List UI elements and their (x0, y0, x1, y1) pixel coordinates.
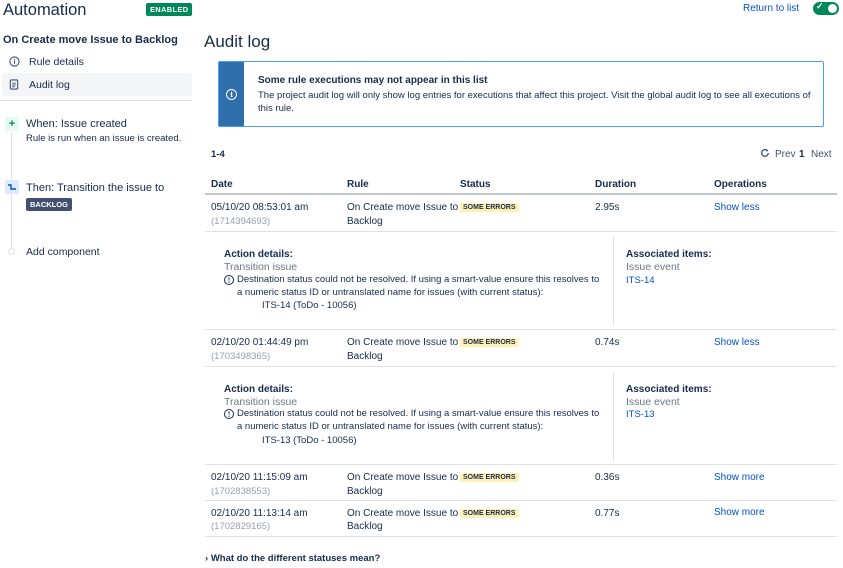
statuses-faq-toggle[interactable]: › What do the different statuses mean? (205, 553, 380, 564)
row-rule-cont[interactable]: Backlog (347, 215, 383, 229)
row-divider (205, 536, 837, 537)
trigger-title[interactable]: When: Issue created (26, 118, 127, 130)
show-less-button[interactable]: Show less (714, 202, 760, 213)
status-badge: SOME ERRORS (460, 338, 519, 347)
sidebar-item-label: Rule details (29, 55, 84, 68)
row-execution-id: (1702829165) (211, 521, 271, 532)
info-icon: i (226, 88, 237, 100)
row-rule[interactable]: On Create move Issue to (347, 336, 458, 350)
show-more-button[interactable]: Show more (714, 472, 765, 483)
app-title: Automation (3, 1, 87, 19)
row-rule[interactable]: On Create move Issue to (347, 201, 458, 215)
row-rule-cont[interactable]: Backlog (347, 350, 383, 364)
page-title: Audit log (204, 32, 271, 51)
info-icon (8, 56, 20, 68)
add-component-dot (8, 248, 15, 255)
row-duration: 0.74s (595, 337, 620, 348)
table-header-divider (205, 193, 837, 195)
issue-status: ITS-14 (ToDo - 10056) (262, 300, 357, 311)
row-execution-id: (1714394693) (211, 216, 271, 227)
status-badge: SOME ERRORS (460, 473, 519, 482)
issue-link[interactable]: ITS-13 (626, 409, 655, 420)
details-divider (613, 236, 614, 326)
row-divider (205, 464, 837, 465)
status-badge: SOME ERRORS (460, 203, 519, 212)
info-title: Some rule executions may not appear in t… (258, 75, 488, 86)
row-rule[interactable]: On Create move Issue to (347, 471, 458, 485)
row-duration: 2.95s (595, 202, 620, 213)
associated-item-type: Issue event (626, 261, 680, 273)
action-details-label: Action details: (224, 384, 293, 395)
show-less-button[interactable]: Show less (714, 337, 760, 348)
document-icon (8, 79, 20, 91)
associated-item-type: Issue event (626, 396, 680, 408)
row-date: 05/10/20 08:53:01 am (211, 202, 309, 213)
faq-label: What do the different statuses mean? (210, 553, 381, 564)
row-date: 02/10/20 11:13:14 am (211, 508, 308, 519)
prev-page-button[interactable]: Prev (775, 149, 796, 160)
warning-icon: ! (224, 409, 234, 419)
refresh-icon[interactable] (760, 148, 770, 158)
backlog-lozenge: BACKLOG (26, 198, 72, 211)
rule-enabled-toggle[interactable]: ✓ (813, 1, 839, 15)
issue-status: ITS-13 (ToDo - 10056) (262, 435, 357, 446)
associated-items-label: Associated items: (626, 249, 712, 260)
issue-link[interactable]: ITS-14 (626, 275, 655, 286)
sidebar-item-label: Audit log (29, 78, 70, 91)
row-duration: 0.77s (595, 508, 620, 519)
status-badge: ENABLED (146, 3, 193, 16)
row-rule-cont[interactable]: Backlog (347, 520, 383, 534)
error-message: Destination status could not be resolved… (237, 408, 600, 432)
add-component-button[interactable]: Add component (26, 246, 100, 258)
row-rule[interactable]: On Create move Issue to (347, 507, 458, 521)
divider (0, 100, 192, 101)
row-duration: 0.36s (595, 472, 620, 483)
info-body: The project audit log will only show log… (258, 90, 811, 114)
row-date: 02/10/20 01:44:49 pm (211, 337, 309, 348)
row-execution-id: (1703498365) (211, 351, 271, 362)
row-divider (205, 329, 837, 330)
column-header-date: Date (211, 179, 233, 190)
details-divider (613, 372, 614, 462)
sidebar-item-audit-log[interactable]: Audit log (2, 73, 192, 96)
row-date: 02/10/20 11:15:09 am (211, 472, 308, 483)
info-message: i Some rule executions may not appear in… (218, 61, 824, 127)
plus-icon: + (5, 117, 19, 131)
warning-icon: ! (224, 275, 234, 285)
current-page[interactable]: 1 (799, 149, 805, 160)
action-details-label: Action details: (224, 249, 293, 260)
result-range: 1-4 (211, 149, 225, 160)
column-header-operations: Operations (714, 179, 767, 190)
return-to-list-link[interactable]: Return to list (743, 3, 799, 14)
row-divider (205, 231, 837, 232)
action-title[interactable]: Then: Transition the issue to (26, 182, 164, 194)
column-header-duration: Duration (595, 179, 637, 190)
sidebar: Automation ENABLED On Create move Issue … (0, 0, 193, 568)
show-more-button[interactable]: Show more (714, 507, 765, 518)
rule-name: On Create move Issue to Backlog (3, 34, 178, 46)
column-header-rule: Rule (347, 179, 369, 190)
trigger-subtitle: Rule is run when an issue is created. (26, 133, 182, 144)
column-header-status: Status (460, 179, 491, 190)
row-divider (205, 500, 837, 501)
status-badge: SOME ERRORS (460, 509, 519, 518)
row-execution-id: (1702838553) (211, 486, 271, 497)
error-message: Destination status could not be resolved… (237, 274, 600, 298)
check-icon: ✓ (816, 1, 824, 11)
transition-icon (5, 180, 19, 194)
toggle-knob (828, 4, 837, 13)
sidebar-item-rule-details[interactable]: Rule details (2, 50, 192, 73)
action-name: Transition issue (224, 261, 298, 273)
next-page-button[interactable]: Next (811, 149, 832, 160)
chevron-right-icon: › (205, 553, 209, 564)
row-divider (205, 366, 837, 367)
associated-items-label: Associated items: (626, 384, 712, 395)
row-rule-cont[interactable]: Backlog (347, 485, 383, 499)
info-panel-stripe: i (219, 62, 244, 126)
